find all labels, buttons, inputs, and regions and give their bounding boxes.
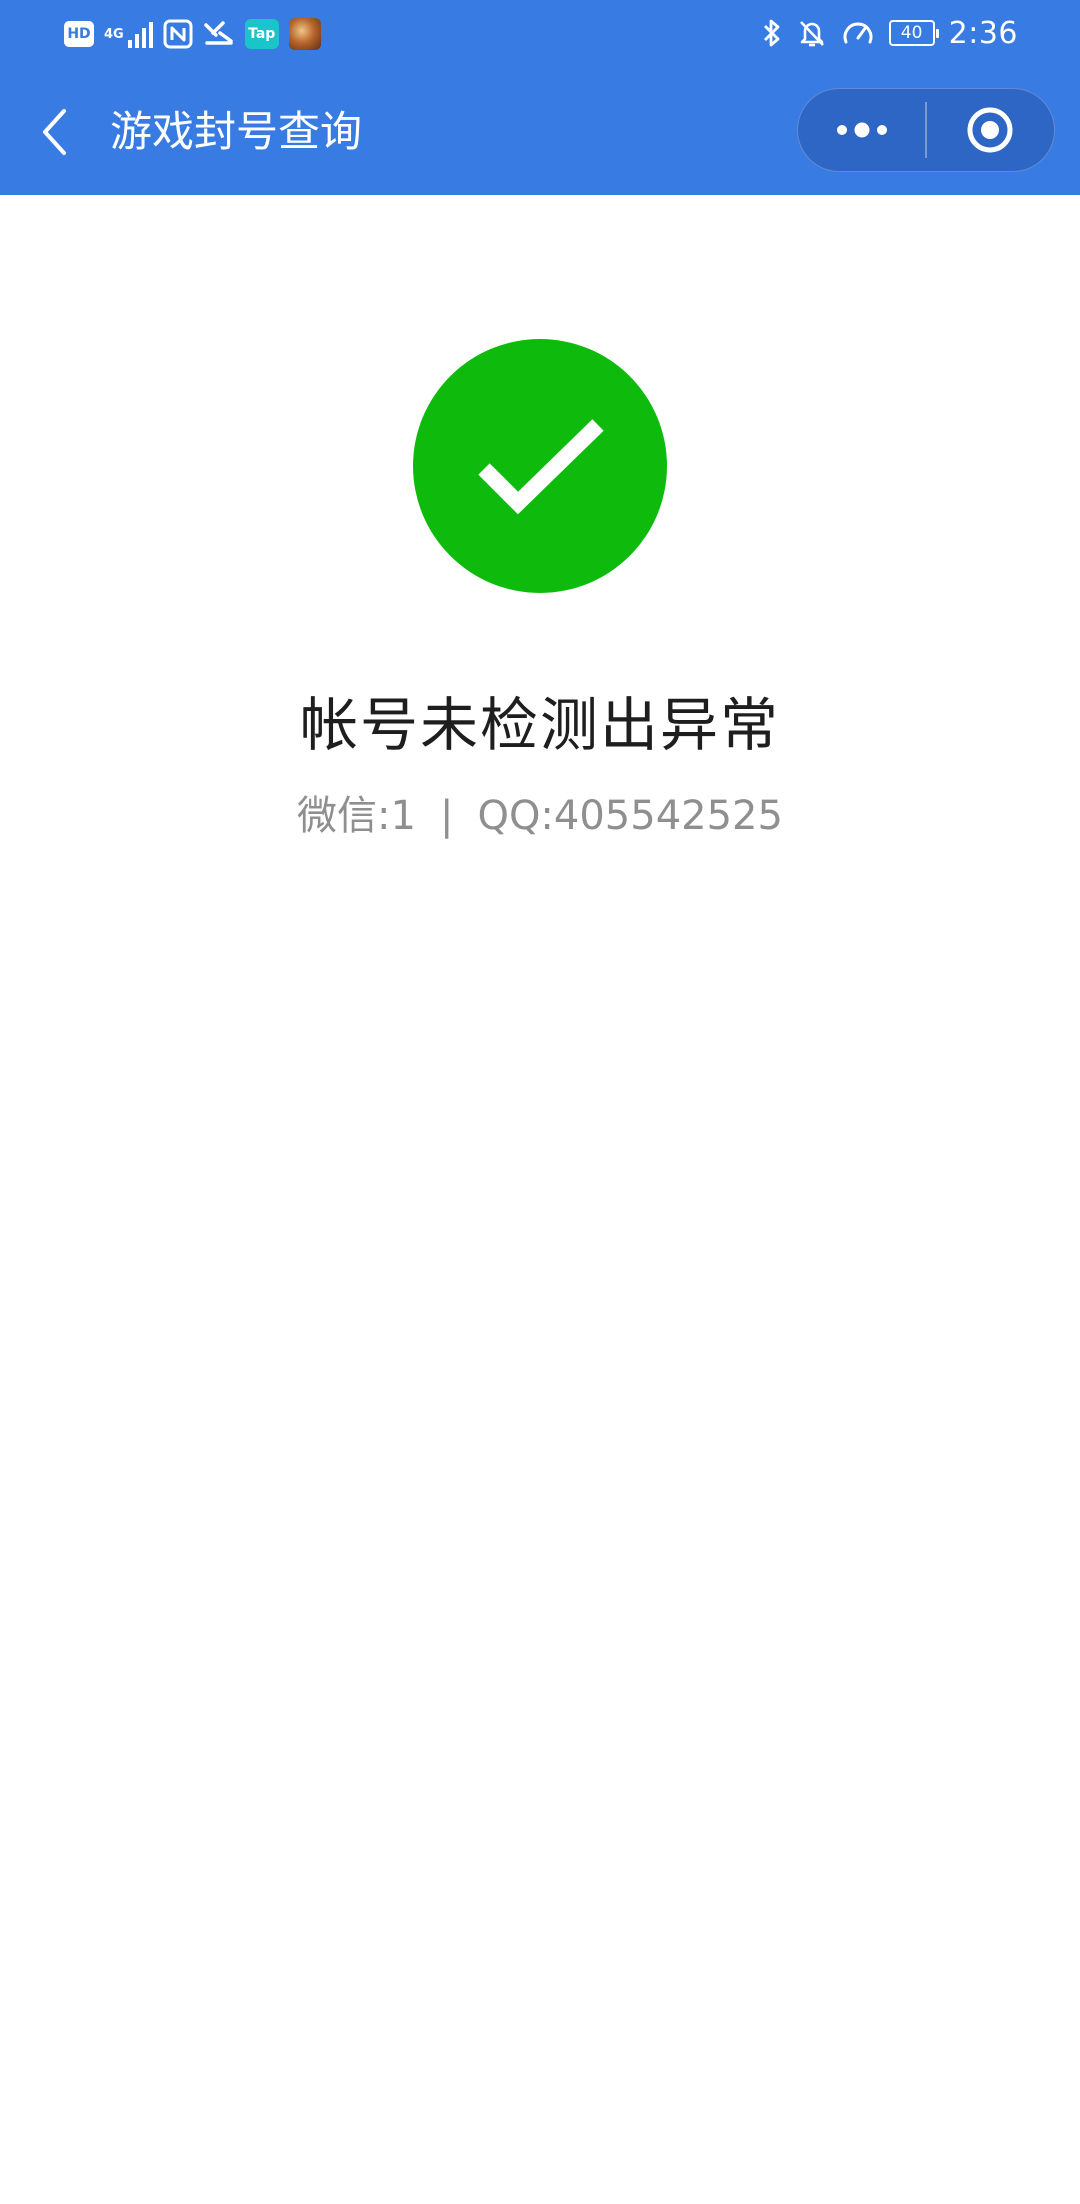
status-time: 2:36 bbox=[948, 15, 1018, 51]
qq-id-label: QQ:405542525 bbox=[477, 793, 783, 839]
wechat-id-label: 微信:1 bbox=[297, 793, 416, 839]
mini-program-capsule bbox=[797, 88, 1055, 172]
bluetooth-icon bbox=[763, 19, 780, 47]
back-button[interactable] bbox=[28, 100, 80, 164]
status-bar: HD 4G Tap 40 2:36 bbox=[0, 0, 1080, 66]
more-button[interactable] bbox=[798, 89, 925, 171]
tool-icon bbox=[203, 21, 233, 45]
bell-muted-icon bbox=[799, 21, 824, 47]
target-circle-icon bbox=[967, 107, 1013, 153]
close-mini-program-button[interactable] bbox=[927, 89, 1054, 171]
result-title: 帐号未检测出异常 bbox=[299, 691, 780, 759]
more-dots-icon bbox=[836, 122, 887, 138]
signal-strength-icon bbox=[127, 20, 153, 48]
network-type-label: 4G bbox=[104, 26, 124, 42]
status-left-icons: HD 4G Tap bbox=[64, 17, 321, 51]
status-right-icons: 40 2:36 bbox=[761, 12, 1018, 54]
speedometer-icon bbox=[843, 22, 873, 44]
hd-icon: HD bbox=[64, 21, 94, 47]
page-title: 游戏封号查询 bbox=[110, 107, 363, 156]
result-account-info: 微信:1 | QQ:405542525 bbox=[0, 786, 1080, 846]
tap-app-icon: Tap bbox=[244, 19, 279, 49]
header-bar: HD 4G Tap 40 2:36 游戏封号查询 bbox=[0, 0, 1080, 195]
info-separator: | bbox=[439, 793, 454, 839]
nfc-icon bbox=[163, 19, 193, 49]
chevron-left-icon bbox=[43, 109, 66, 155]
checkmark-icon bbox=[478, 419, 604, 515]
game-app-icon bbox=[288, 18, 321, 50]
success-badge bbox=[413, 339, 667, 593]
battery-icon: 40 bbox=[888, 20, 939, 46]
